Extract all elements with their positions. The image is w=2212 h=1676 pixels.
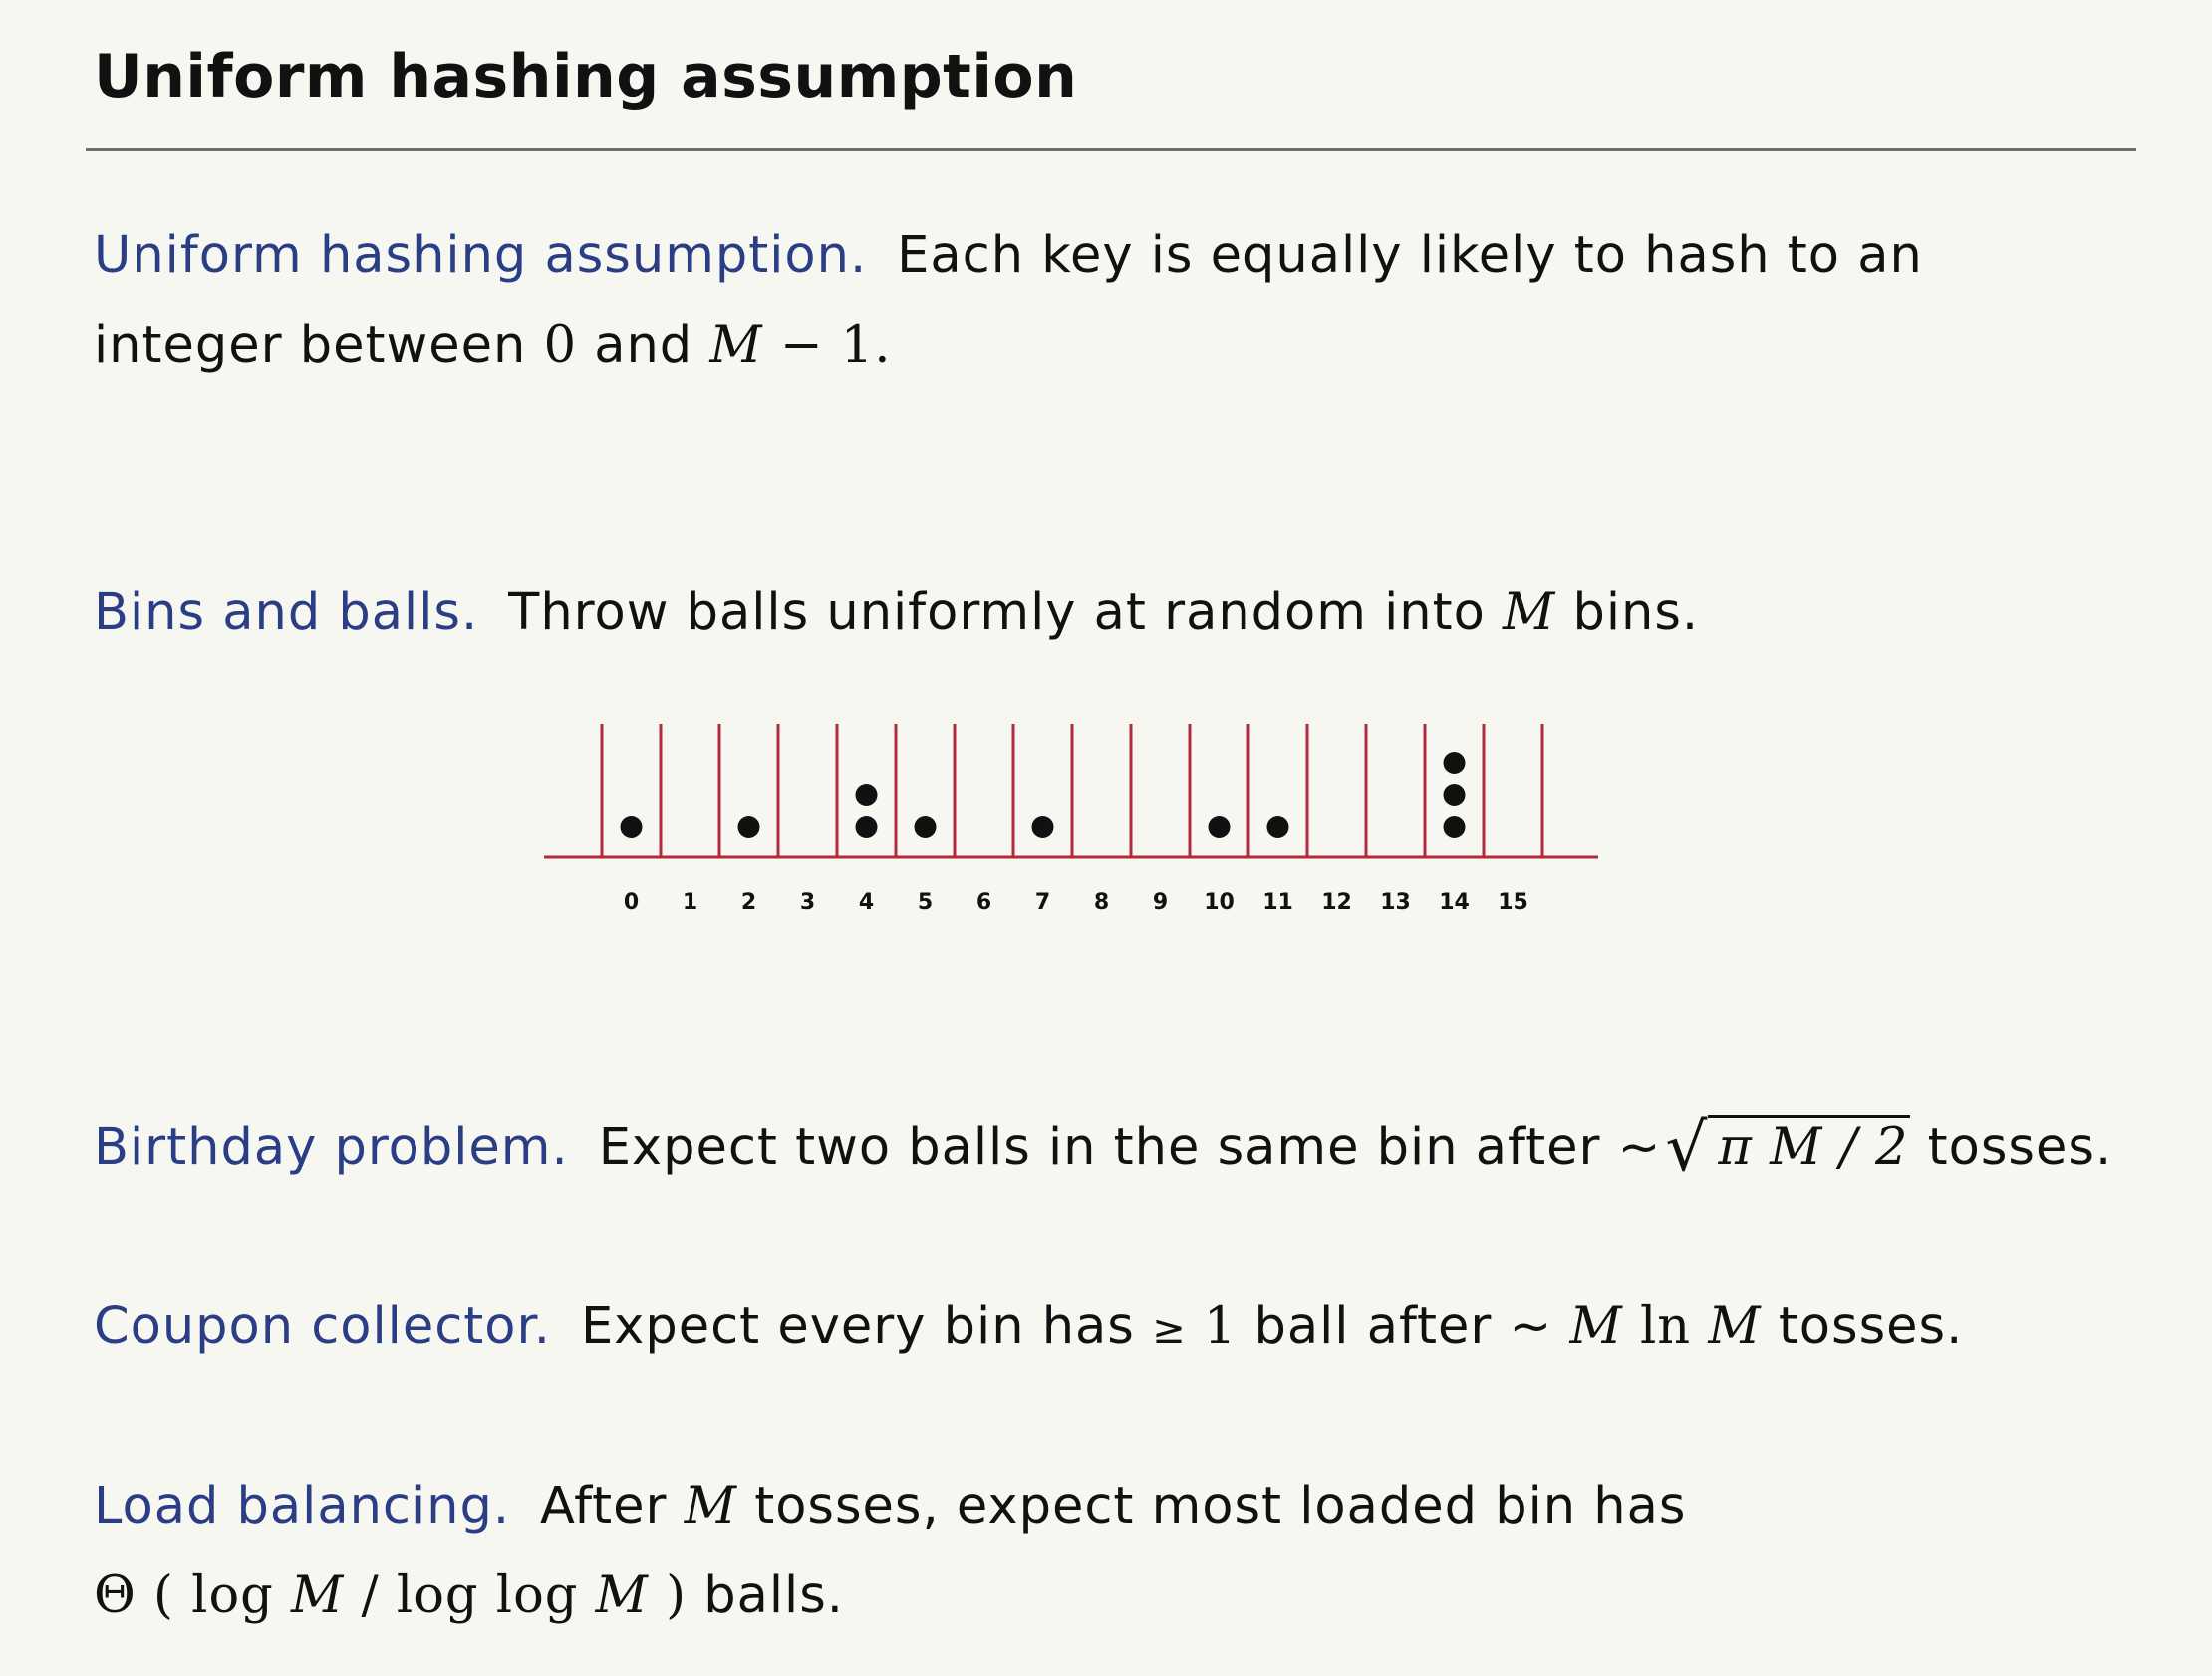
bin-label: 2 [741,890,756,915]
uniform-and: and [594,316,693,375]
title-divider [86,148,2136,151]
bins-m: M [1503,583,1556,642]
bin-label: 13 [1380,890,1411,915]
uniform-text-2: integer between [94,316,527,375]
coupon-m2: M [1708,1297,1762,1356]
ball [914,816,937,838]
ball [1443,784,1466,806]
slide-title: Uniform hashing assumption [94,42,1078,112]
load-open: ( [153,1566,174,1625]
ball [620,816,643,838]
ball [855,784,878,806]
birthday-paragraph: Birthday problem. Expect two balls in the… [94,1103,2112,1193]
sqrt-symbol: √ [1665,1109,1709,1186]
bins-text-b: bins. [1572,583,1700,642]
coupon-one: 1 [1203,1297,1238,1356]
load-close: ) [666,1566,688,1625]
coupon-ln: ln [1639,1297,1692,1356]
birthday-term: Birthday problem. [94,1118,569,1177]
ball [855,816,878,838]
slide: Uniform hashing assumption Uniform hashi… [0,0,2212,1676]
bin-label: 1 [683,890,697,915]
birthday-text-a: Expect two balls in the same bin after ~ [598,1118,1662,1177]
bin-label: 6 [976,890,991,915]
uniform-line-1: Uniform hashing assumption. Each key is e… [94,211,1923,301]
load-log2: log log [396,1566,579,1625]
ball [1443,816,1466,838]
coupon-text-c: tosses. [1778,1297,1964,1356]
uniform-zero: 0 [543,316,578,375]
load-balancing-paragraph: Load balancing. After M tosses, expect mo… [94,1462,1686,1641]
bin-label: 11 [1262,890,1293,915]
load-m1: M [291,1566,345,1625]
load-theta: Θ [94,1566,137,1625]
coupon-term: Coupon collector. [94,1297,551,1356]
ball [1208,816,1231,838]
bin-label: 8 [1094,890,1109,915]
coupon-text-a: Expect every bin has [580,1297,1135,1356]
bin-label: 14 [1439,890,1470,915]
load-m: M [684,1477,737,1536]
load-m2: M [595,1566,649,1625]
bin-label: 15 [1498,890,1528,915]
bin-label: 7 [1035,890,1050,915]
uniform-term: Uniform hashing assumption. [94,226,868,285]
load-text-b: tosses, expect most loaded bin has [754,1477,1687,1536]
bin-label: 9 [1153,890,1168,915]
uniform-minus-one: − 1. [779,316,892,375]
ball [1266,816,1289,838]
uniform-hashing-paragraph: Uniform hashing assumption. Each key is e… [94,211,1923,391]
sqrt-radicand: π M / 2 [1708,1103,1911,1193]
load-text-c: balls. [703,1566,844,1625]
load-log1: log [191,1566,274,1625]
bin-label: 4 [859,890,874,915]
bin-label: 12 [1321,890,1352,915]
load-text-a: After [540,1477,668,1536]
coupon-paragraph: Coupon collector. Expect every bin has ≥ … [94,1282,1963,1375]
bins-text-a: Throw balls uniformly at random into [508,583,1486,642]
ball [737,816,760,838]
birthday-text-b: tosses. [1927,1118,2113,1177]
coupon-m1: M [1569,1297,1623,1356]
uniform-m: M [709,316,763,375]
bins-diagram: 0 1 2 3 4 5 6 7 8 9 10 11 12 13 14 15 [544,724,1598,915]
ball [1031,816,1054,838]
load-line-2: Θ ( log M / log log M ) balls. [94,1551,1686,1641]
ball [1443,752,1466,774]
load-slash: / [361,1566,380,1625]
bins-term: Bins and balls. [94,583,479,642]
bin-label: 0 [624,890,639,915]
uniform-text-1: Each key is equally likely to hash to an [897,226,1923,285]
load-term: Load balancing. [94,1477,511,1536]
coupon-geq: ≥ [1152,1307,1187,1353]
coupon-text-b: ball after ~ [1253,1297,1553,1356]
bin-label: 5 [918,890,933,915]
radicand-text: π M / 2 [1708,1115,1911,1177]
bin-label: 3 [800,890,815,915]
uniform-line-2: integer between 0 and M − 1. [94,301,1923,391]
bin-label: 10 [1204,890,1235,915]
bins-and-balls-paragraph: Bins and balls. Throw balls uniformly at … [94,568,1699,658]
load-line-1: Load balancing. After M tosses, expect mo… [94,1462,1686,1551]
